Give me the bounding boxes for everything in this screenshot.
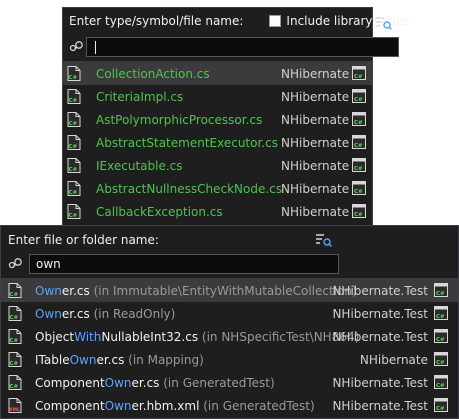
cs-file-icon xyxy=(67,204,81,219)
file-name: IExecutable.cs xyxy=(96,158,183,173)
csharp-project-icon xyxy=(434,306,448,320)
csharp-project-icon xyxy=(352,112,366,126)
csharp-project-icon xyxy=(434,329,448,343)
file-location: (in GeneratedTest) xyxy=(159,375,275,390)
cs-file-icon xyxy=(67,112,81,127)
file-search-label: Enter file or folder name: xyxy=(8,233,159,247)
project-name: NHibernate xyxy=(281,158,350,173)
cs-file-icon xyxy=(67,158,81,173)
csharp-project-icon xyxy=(352,204,366,218)
list-item[interactable]: CollectionAction.cs NHibernate xyxy=(63,62,372,85)
filter-options-icon[interactable] xyxy=(316,233,332,247)
project-name: NHibernate xyxy=(281,181,350,196)
list-item[interactable]: ITableOwner.cs (in Mapping) NHibernate xyxy=(1,348,458,371)
project-name: NHibernate xyxy=(281,135,350,150)
project-name: NHibernate.Test xyxy=(332,329,428,344)
xml-file-icon xyxy=(8,398,22,413)
list-item[interactable]: AbstractStatementExecutor.cs NHibernate xyxy=(63,131,372,154)
project-name: NHibernate xyxy=(281,66,350,81)
project-name: NHibernate.Test xyxy=(332,375,428,390)
csharp-project-icon xyxy=(434,375,448,389)
file-location: (in Immutable\EntityWithMutableCollectio… xyxy=(89,283,357,298)
file-search-input[interactable]: own xyxy=(29,254,339,274)
file-name: CollectionAction.cs xyxy=(96,66,210,81)
csharp-project-icon xyxy=(352,89,366,103)
symbol-search-header: Enter type/symbol/file name: Include lib… xyxy=(69,14,409,28)
file-location: (in Mapping) xyxy=(124,352,204,367)
project-name: NHibernate.Test xyxy=(332,283,428,298)
cs-file-icon xyxy=(8,352,22,367)
cs-file-icon xyxy=(67,66,81,81)
list-item[interactable]: Owner.cs (in Immutable\EntityWithMutable… xyxy=(1,279,458,302)
csharp-project-icon xyxy=(434,398,448,412)
csharp-project-icon xyxy=(352,66,366,80)
file-name: Owner.cs (in ReadOnly) xyxy=(35,306,176,321)
file-name: CriteriaImpl.cs xyxy=(96,89,184,104)
file-location: (in GeneratedTest) xyxy=(199,398,315,413)
project-name: NHibernate xyxy=(359,352,428,367)
search-settings-icon[interactable] xyxy=(8,257,24,271)
list-item[interactable]: CriteriaImpl.cs NHibernate xyxy=(63,85,372,108)
cs-file-icon xyxy=(8,283,22,298)
include-library-checkbox[interactable] xyxy=(269,15,282,27)
file-name: CallbackException.cs xyxy=(96,204,223,219)
list-item[interactable]: ComponentOwner.hbm.xml (in GeneratedTest… xyxy=(1,394,458,417)
cs-file-icon xyxy=(67,135,81,150)
cs-file-icon xyxy=(8,306,22,321)
csharp-project-icon xyxy=(352,181,366,195)
search-settings-icon[interactable] xyxy=(69,40,85,54)
project-name: NHibernate.Test xyxy=(332,306,428,321)
project-name: NHibernate xyxy=(281,112,350,127)
csharp-project-icon xyxy=(434,283,448,297)
file-name: ComponentOwner.cs (in GeneratedTest) xyxy=(35,375,275,390)
file-name: Owner.cs (in Immutable\EntityWithMutable… xyxy=(35,283,357,298)
file-name: AstPolymorphicProcessor.cs xyxy=(96,112,263,127)
file-name: ObjectWithNullableInt32.cs (in NHSpecifi… xyxy=(35,329,360,344)
list-item[interactable]: AbstractNullnessCheckNode.cs NHibernate xyxy=(63,177,372,200)
list-item[interactable]: ComponentOwner.cs (in GeneratedTest) NHib… xyxy=(1,371,458,394)
cs-file-icon xyxy=(8,375,22,390)
project-name: NHibernate.Test xyxy=(332,398,428,413)
project-name: NHibernate xyxy=(281,204,350,219)
csharp-project-icon xyxy=(352,135,366,149)
symbol-search-input[interactable] xyxy=(86,37,399,57)
symbol-search-label: Enter type/symbol/file name: xyxy=(69,14,244,28)
cs-file-icon xyxy=(8,329,22,344)
file-name: AbstractStatementExecutor.cs xyxy=(96,135,278,150)
file-name: AbstractNullnessCheckNode.cs xyxy=(96,181,283,196)
csharp-project-icon xyxy=(352,158,366,172)
list-item[interactable]: IExecutable.cs NHibernate xyxy=(63,154,372,177)
list-item[interactable]: Owner.cs (in ReadOnly) NHibernate.Test xyxy=(1,302,458,325)
cs-file-icon xyxy=(67,181,81,196)
file-search-panel: Enter file or folder name: own Owner.cs … xyxy=(0,225,459,419)
file-name: ComponentOwner.hbm.xml (in GeneratedTest… xyxy=(35,398,315,413)
filter-options-icon[interactable] xyxy=(376,16,392,30)
project-name: NHibernate xyxy=(281,89,350,104)
csharp-project-icon xyxy=(434,352,448,366)
cs-file-icon xyxy=(67,89,81,104)
file-location: (in ReadOnly) xyxy=(89,306,176,321)
list-item[interactable]: CallbackException.cs NHibernate xyxy=(63,200,372,223)
list-item[interactable]: AstPolymorphicProcessor.cs NHibernate xyxy=(63,108,372,131)
list-item[interactable]: ObjectWithNullableInt32.cs (in NHSpecifi… xyxy=(1,325,458,348)
file-name: ITableOwner.cs (in Mapping) xyxy=(35,352,204,367)
